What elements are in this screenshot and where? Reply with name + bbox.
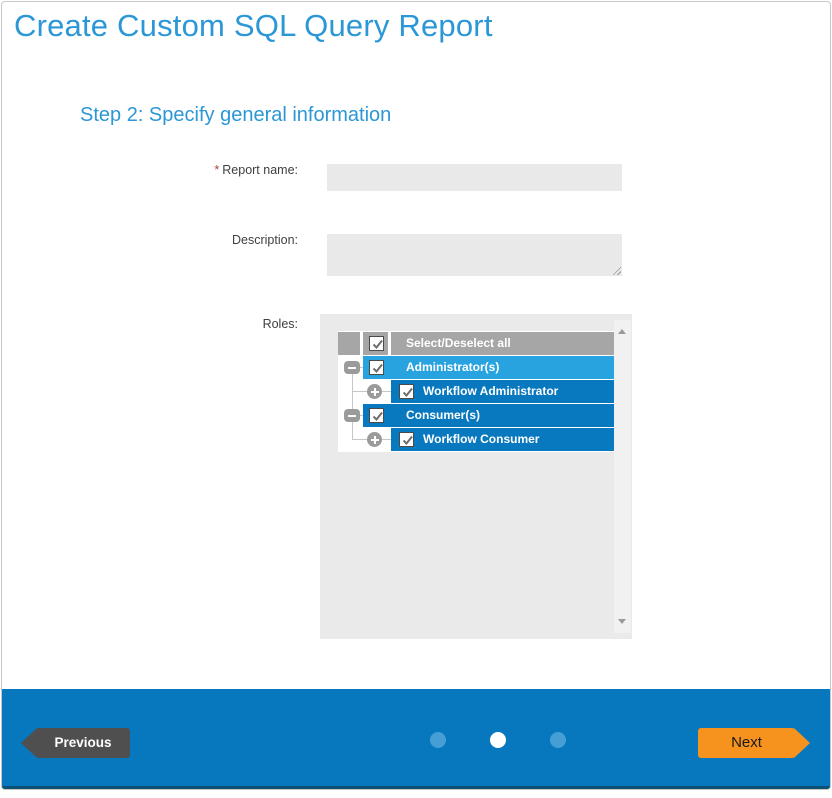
tree-header-row[interactable]: Select/Deselect all: [391, 332, 614, 355]
scroll-down-icon[interactable]: [618, 619, 626, 624]
report-name-label: *Report name:: [78, 163, 298, 177]
wizard-window: Create Custom SQL Query Report Step 2: S…: [1, 1, 831, 790]
wizard-footer: Previous Next: [2, 689, 830, 789]
vertical-scrollbar[interactable]: [614, 320, 631, 633]
administrators-checkbox[interactable]: [369, 360, 384, 375]
check-icon: [401, 386, 414, 399]
tree-row-administrators[interactable]: Administrator(s): [363, 356, 614, 379]
tree-connector-line: [352, 374, 353, 410]
tree-connector-line: [352, 391, 367, 392]
check-icon: [401, 434, 414, 447]
consumers-checkbox[interactable]: [369, 408, 384, 423]
description-label: Description:: [78, 233, 298, 247]
report-name-label-text: Report name:: [222, 163, 298, 177]
tree-row-label: Administrator(s): [363, 356, 614, 379]
description-textarea[interactable]: [327, 234, 622, 276]
expand-icon[interactable]: [367, 432, 382, 447]
check-icon: [371, 338, 384, 351]
page-title: Create Custom SQL Query Report: [14, 8, 493, 44]
expand-icon[interactable]: [367, 384, 382, 399]
required-asterisk: *: [214, 163, 219, 177]
step-indicator-dot-1: [430, 732, 446, 748]
tree-row-label: Consumer(s): [363, 404, 614, 427]
roles-panel: Select/Deselect all Administrator(s) Wor…: [320, 314, 632, 639]
check-icon: [371, 362, 384, 375]
tree-connector-line: [352, 439, 367, 440]
description-field-container: [327, 234, 622, 276]
tree-row-workflow-consumer[interactable]: Workflow Consumer: [391, 428, 614, 451]
select-all-checkbox[interactable]: [369, 336, 384, 351]
select-all-label: Select/Deselect all: [391, 332, 614, 355]
step-heading: Step 2: Specify general information: [80, 104, 391, 127]
workflow-administrator-checkbox[interactable]: [399, 384, 414, 399]
collapse-icon[interactable]: [344, 361, 360, 374]
collapse-icon[interactable]: [344, 409, 360, 422]
tree-connector-line: [382, 391, 391, 392]
previous-button[interactable]: Previous: [36, 728, 130, 758]
tree-row-label: Workflow Administrator: [391, 380, 614, 403]
tree-header-expander-cell: [338, 332, 360, 355]
tree-row-label: Workflow Consumer: [391, 428, 614, 451]
next-button[interactable]: Next: [698, 728, 795, 758]
step-indicator-dot-2-active: [490, 732, 506, 748]
step-indicator-dot-3: [550, 732, 566, 748]
check-icon: [371, 410, 384, 423]
tree-connector-line: [382, 439, 391, 440]
tree-row-consumers[interactable]: Consumer(s): [363, 404, 614, 427]
tree-connector-line: [352, 422, 353, 440]
workflow-consumer-checkbox[interactable]: [399, 432, 414, 447]
roles-label: Roles:: [78, 317, 298, 331]
report-name-input[interactable]: [327, 164, 622, 191]
tree-row-workflow-administrator[interactable]: Workflow Administrator: [391, 380, 614, 403]
scroll-up-icon[interactable]: [618, 329, 626, 334]
